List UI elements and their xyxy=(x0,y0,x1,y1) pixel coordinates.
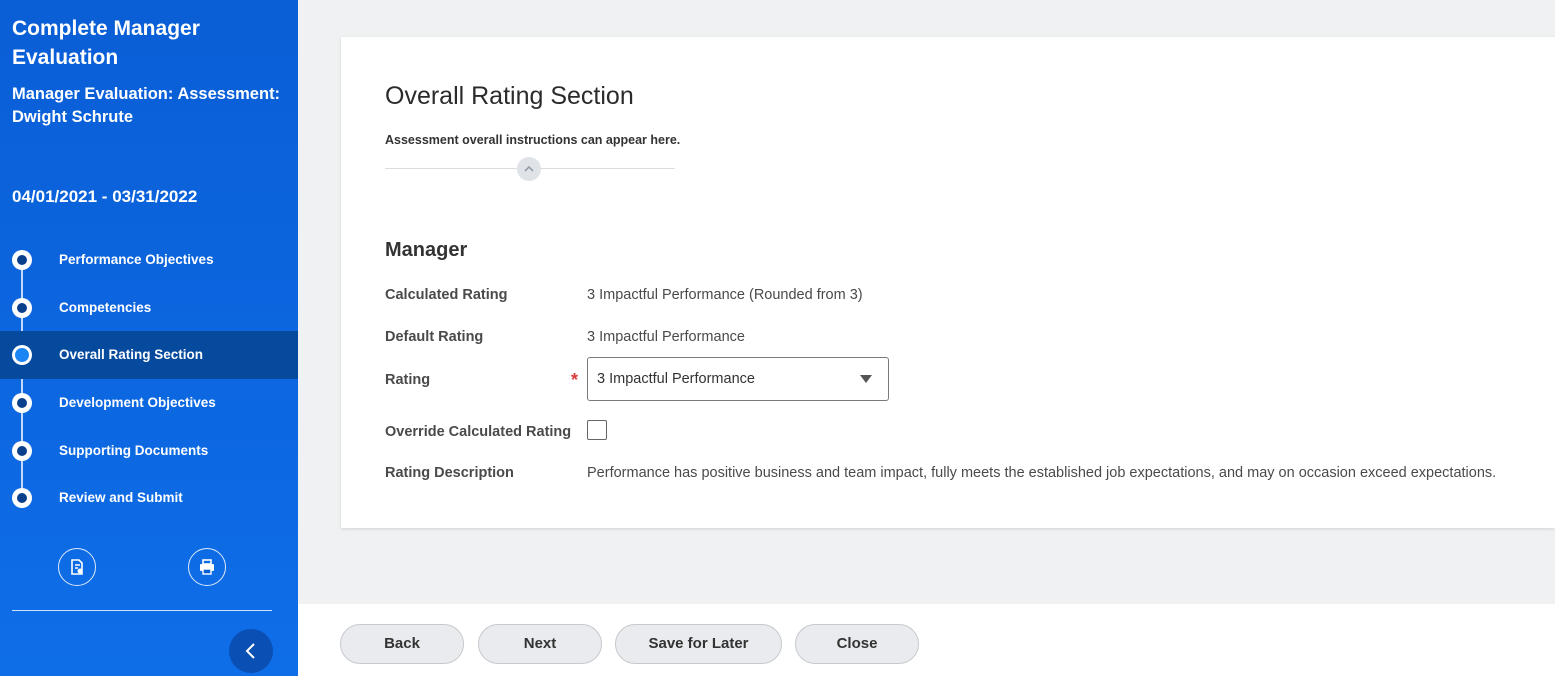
override-calculated-rating-label: Override Calculated Rating xyxy=(385,424,572,440)
next-button[interactable]: Next xyxy=(478,624,602,664)
step-label: Overall Rating Section xyxy=(59,347,204,363)
back-button[interactable]: Back xyxy=(340,624,464,664)
overall-rating-card: Overall Rating Section Assessment overal… xyxy=(341,37,1555,528)
task-title: Complete Manager Evaluation xyxy=(12,17,200,69)
close-button[interactable]: Close xyxy=(795,624,919,664)
document-attach-button[interactable] xyxy=(58,548,96,586)
step-label: Development Objectives xyxy=(59,395,216,411)
document-attach-icon xyxy=(71,559,83,575)
date-range: 04/01/2021 - 03/31/2022 xyxy=(12,187,198,206)
rating-description-value: Performance has positive business and te… xyxy=(587,465,1497,481)
default-rating-label: Default Rating xyxy=(385,329,484,345)
chevron-up-icon xyxy=(524,165,534,172)
instructions-text: Assessment overall instructions can appe… xyxy=(385,133,681,147)
step-navigation: Performance Objectives Competencies Over… xyxy=(0,236,298,522)
caret-down-icon xyxy=(860,375,872,383)
step-indicator-active-icon xyxy=(12,345,32,366)
override-calculated-rating-checkbox[interactable] xyxy=(587,420,607,440)
sidebar: Complete Manager Evaluation Manager Eval… xyxy=(0,0,298,676)
step-competencies[interactable]: Competencies xyxy=(0,284,298,332)
step-label: Performance Objectives xyxy=(59,252,214,267)
rating-description-label: Rating Description xyxy=(385,465,514,481)
print-icon xyxy=(200,559,214,575)
collapse-instructions-button[interactable] xyxy=(517,157,541,181)
collapse-sidebar-button[interactable] xyxy=(229,629,273,673)
sidebar-divider xyxy=(12,610,272,611)
step-indicator-icon xyxy=(12,297,32,318)
step-supporting-documents[interactable]: Supporting Documents xyxy=(0,427,298,475)
calculated-rating-value: 3 Impactful Performance (Rounded from 3) xyxy=(587,287,863,303)
rating-select-value: 3 Impactful Performance xyxy=(597,371,755,387)
task-subtitle: Manager Evaluation: Assessment: Dwight S… xyxy=(12,85,281,126)
step-performance-objectives[interactable]: Performance Objectives xyxy=(0,236,298,284)
step-indicator-icon xyxy=(12,488,32,509)
step-indicator-icon xyxy=(12,440,32,461)
step-label: Review and Submit xyxy=(59,490,183,506)
step-overall-rating-section[interactable]: Overall Rating Section xyxy=(0,331,298,380)
action-footer: Back Next Save for Later Close xyxy=(298,604,1555,676)
default-rating-value: 3 Impactful Performance xyxy=(587,329,745,345)
step-development-objectives[interactable]: Development Objectives xyxy=(0,379,298,427)
required-indicator: * xyxy=(571,370,579,390)
step-indicator-icon xyxy=(12,250,32,270)
rating-select[interactable]: 3 Impactful Performance xyxy=(587,357,889,401)
section-title: Overall Rating Section xyxy=(385,82,634,110)
step-indicator-icon xyxy=(12,393,32,414)
print-button[interactable] xyxy=(188,548,226,586)
step-label: Competencies xyxy=(59,299,152,315)
group-title-manager: Manager xyxy=(385,239,468,261)
calculated-rating-label: Calculated Rating xyxy=(385,287,508,303)
step-review-and-submit[interactable]: Review and Submit xyxy=(0,474,298,522)
save-for-later-button[interactable]: Save for Later xyxy=(615,624,782,664)
chevron-left-icon xyxy=(245,643,255,659)
step-label: Supporting Documents xyxy=(59,442,209,458)
rating-label: Rating xyxy=(385,372,431,388)
